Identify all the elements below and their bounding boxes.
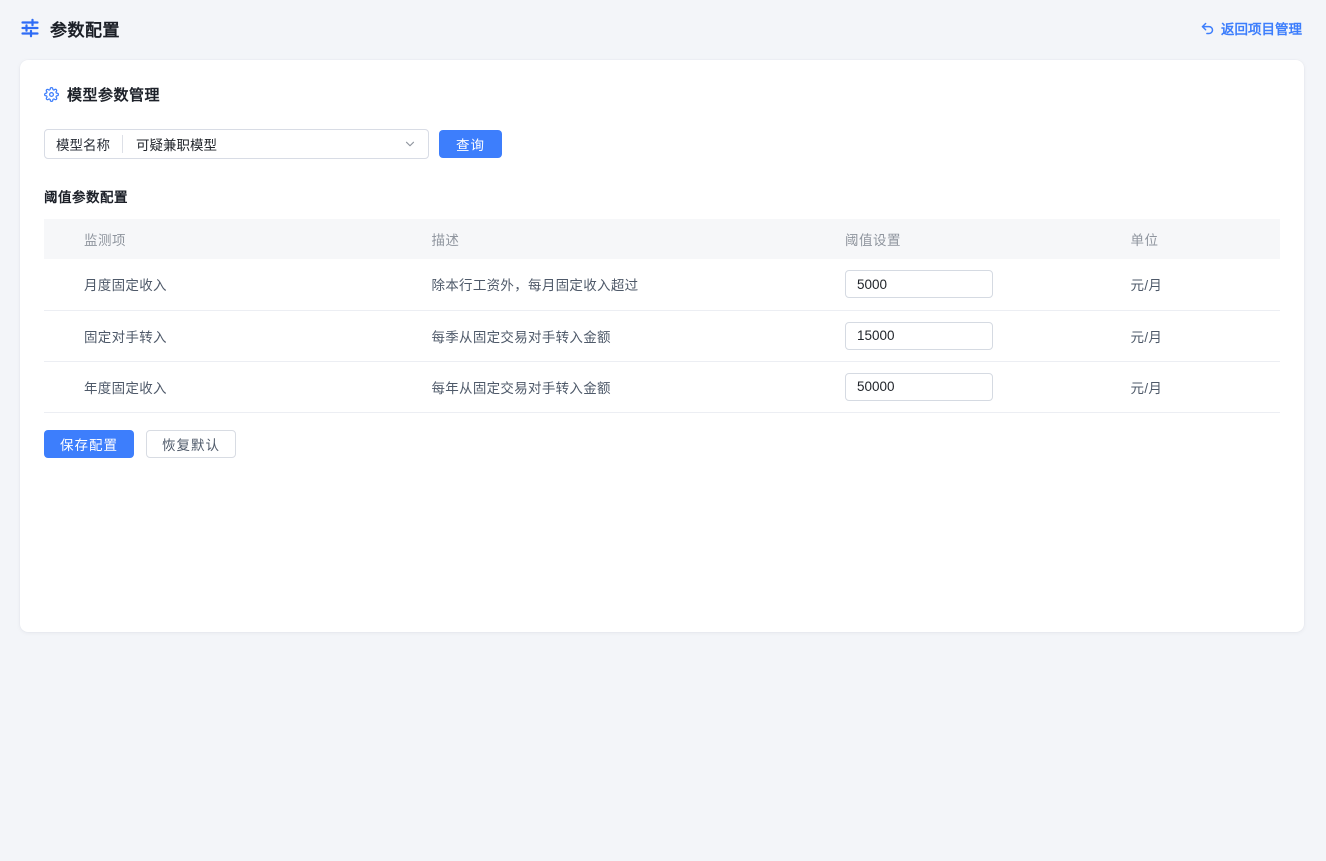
column-header-threshold: 阈值设置 [835,219,1121,259]
monitor-item-cell: 固定对手转入 [44,310,423,361]
section-header: 模型参数管理 [44,84,1280,105]
save-config-button[interactable]: 保存配置 [44,430,134,458]
section-title: 模型参数管理 [67,84,160,105]
page-title-group: 参数配置 [20,16,120,41]
threshold-input[interactable] [845,373,993,401]
threshold-cell [835,259,1121,310]
column-header-desc: 描述 [423,219,835,259]
action-buttons-row: 保存配置 恢复默认 [44,430,1280,458]
select-selected-value: 可疑兼职模型 [123,134,403,154]
model-parameter-card: 模型参数管理 模型名称 可疑兼职模型 查询 阈值参数配置 监测项 描述 阈值设置… [20,60,1304,632]
column-header-unit: 单位 [1121,219,1280,259]
threshold-table: 监测项 描述 阈值设置 单位 月度固定收入 除本行工资外，每月固定收入超过 元/… [44,219,1280,413]
sliders-icon [20,18,40,38]
select-label: 模型名称 [45,134,122,154]
threshold-cell [835,361,1121,412]
threshold-input[interactable] [845,270,993,298]
unit-cell: 元/月 [1121,259,1280,310]
description-cell: 除本行工资外，每月固定收入超过 [423,259,835,310]
top-header-bar: 参数配置 返回项目管理 [0,0,1326,56]
threshold-cell [835,310,1121,361]
column-header-item: 监测项 [44,219,423,259]
threshold-section-title: 阈值参数配置 [44,186,1280,206]
description-cell: 每季从固定交易对手转入金额 [423,310,835,361]
back-link-label: 返回项目管理 [1221,18,1302,38]
model-name-select[interactable]: 模型名称 可疑兼职模型 [44,129,429,159]
query-button[interactable]: 查询 [439,130,502,158]
query-row: 模型名称 可疑兼职模型 查询 [44,129,1280,159]
monitor-item-cell: 年度固定收入 [44,361,423,412]
unit-cell: 元/月 [1121,310,1280,361]
threshold-input[interactable] [845,322,993,350]
table-row: 月度固定收入 除本行工资外，每月固定收入超过 元/月 [44,259,1280,310]
return-arrow-icon [1200,21,1215,36]
monitor-item-cell: 月度固定收入 [44,259,423,310]
page-title: 参数配置 [50,16,120,41]
restore-default-button[interactable]: 恢复默认 [146,430,236,458]
gear-icon [44,87,59,102]
back-to-project-link[interactable]: 返回项目管理 [1200,18,1302,38]
table-row: 年度固定收入 每年从固定交易对手转入金额 元/月 [44,361,1280,412]
table-row: 固定对手转入 每季从固定交易对手转入金额 元/月 [44,310,1280,361]
table-header-row: 监测项 描述 阈值设置 单位 [44,219,1280,259]
description-cell: 每年从固定交易对手转入金额 [423,361,835,412]
unit-cell: 元/月 [1121,361,1280,412]
chevron-down-icon [403,137,428,151]
